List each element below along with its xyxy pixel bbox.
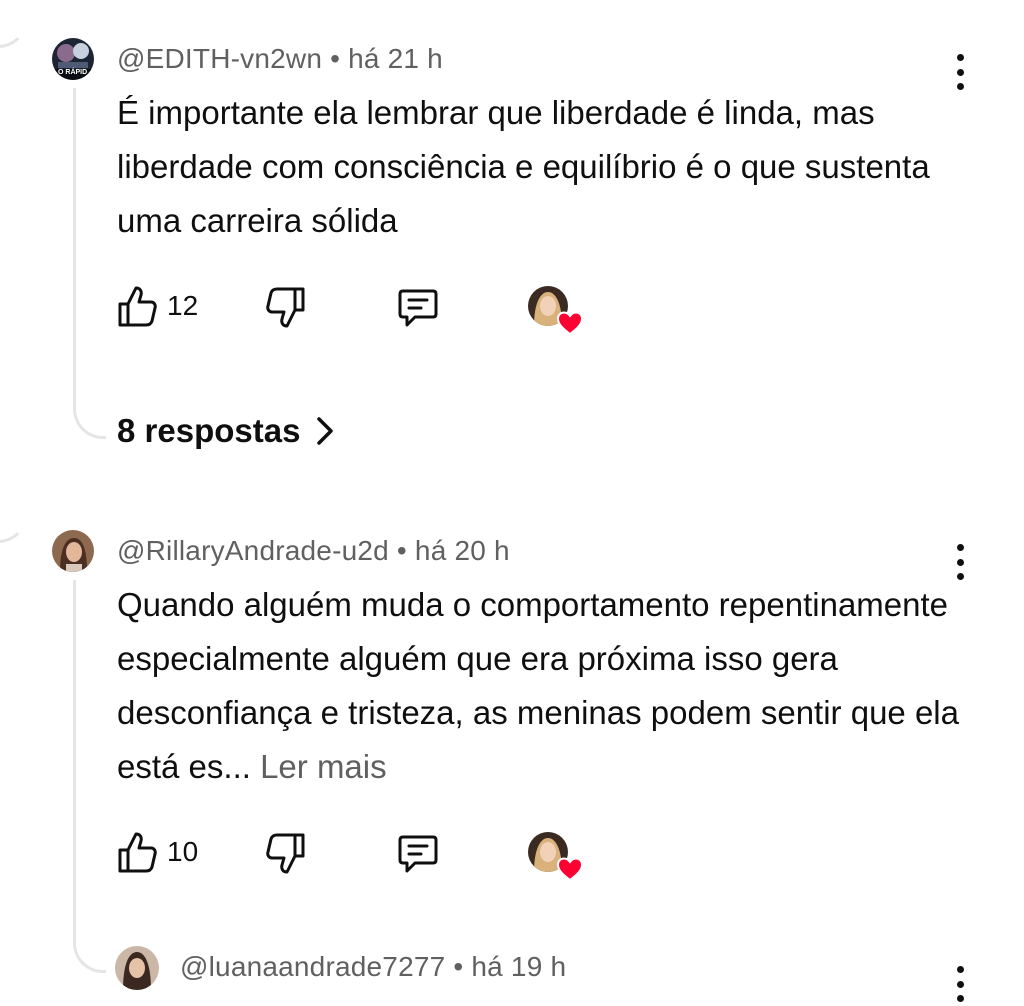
thread-line-mid — [0, 480, 28, 543]
meta-separator: • — [330, 43, 341, 74]
creator-heart-badge — [528, 832, 584, 882]
comment-icon — [398, 835, 438, 873]
comment-text: Quando alguém muda o comportamento repen… — [117, 578, 967, 794]
comment-meta: @RillaryAndrade-u2d • há 20 h — [117, 535, 510, 567]
comment-icon — [398, 289, 438, 327]
read-more-link[interactable]: Ler mais — [260, 748, 387, 785]
dislike-button[interactable] — [266, 832, 306, 876]
like-button[interactable]: 12 — [117, 284, 198, 328]
comment-text: É importante ela lembrar que liberdade é… — [117, 94, 930, 239]
meta-separator: • — [396, 535, 407, 566]
avatar-caption: O RÁPID — [58, 69, 88, 76]
reply-button[interactable] — [397, 834, 439, 874]
author-handle[interactable]: @luanaandrade7277 — [180, 951, 445, 982]
thumbs-down-icon — [266, 833, 305, 874]
thumbs-up-icon — [118, 286, 157, 327]
heart-icon — [556, 311, 584, 336]
reply-meta: @luanaandrade7277 • há 19 h — [180, 951, 566, 983]
timestamp[interactable]: há 19 h — [471, 951, 566, 982]
view-replies-button[interactable]: 8 respostas — [117, 412, 334, 450]
timestamp[interactable]: há 20 h — [415, 535, 510, 566]
avatar[interactable] — [52, 530, 94, 572]
thumbs-down-icon — [266, 287, 305, 328]
comment-text-content: Quando alguém muda o comportamento repen… — [117, 586, 959, 785]
like-button[interactable]: 10 — [117, 830, 198, 874]
more-vertical-icon[interactable] — [945, 962, 975, 1006]
like-count: 12 — [167, 290, 199, 321]
reply-button[interactable] — [397, 288, 439, 328]
avatar[interactable]: O RÁPID — [52, 38, 94, 80]
thread-line-comment-1 — [73, 88, 106, 439]
timestamp[interactable]: há 21 h — [348, 43, 443, 74]
thumbs-up-icon — [118, 832, 157, 873]
chevron-right-icon — [317, 417, 334, 445]
dislike-button[interactable] — [266, 286, 306, 330]
thread-line-comment-2 — [73, 580, 106, 973]
author-handle[interactable]: @RillaryAndrade-u2d — [117, 535, 389, 566]
avatar[interactable] — [115, 946, 159, 990]
author-handle[interactable]: @EDITH-vn2wn — [117, 43, 322, 74]
meta-separator: • — [453, 951, 464, 982]
thread-line-top — [0, 0, 28, 48]
like-count: 10 — [167, 836, 199, 867]
heart-icon — [556, 857, 584, 882]
comment-meta: @EDITH-vn2wn • há 21 h — [117, 43, 443, 75]
replies-label: 8 respostas — [117, 412, 301, 449]
creator-heart-badge — [528, 286, 584, 336]
